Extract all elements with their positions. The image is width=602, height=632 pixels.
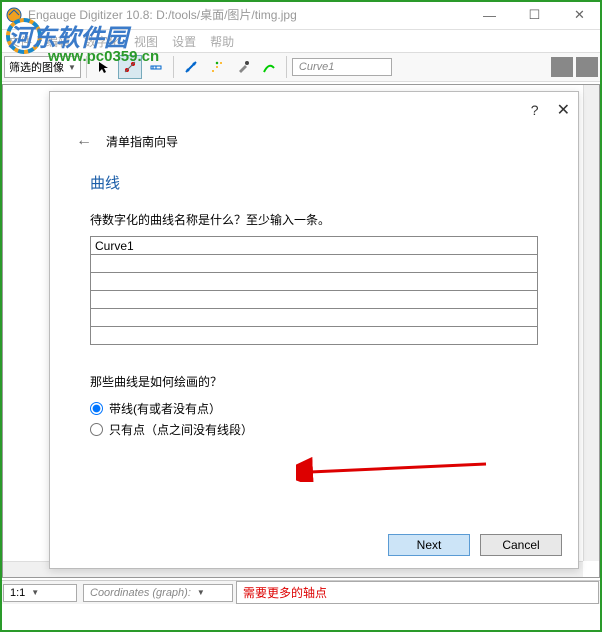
radio-points-only[interactable]: 只有点（点之间没有线段） — [90, 419, 538, 440]
curve-row-0[interactable]: Curve1 — [91, 237, 538, 255]
radio-with-lines-label: 带线(有或者没有点） — [109, 400, 221, 417]
menu-edit[interactable]: 编辑 — [46, 33, 70, 50]
dialog-body: 曲线 待数字化的曲线名称是什么？至少输入一条。 Curve1 那些曲线是如何绘画… — [50, 154, 578, 448]
coordinates-label: Coordinates (graph): — [90, 587, 191, 599]
minimize-button[interactable]: — — [467, 0, 512, 30]
watermark-logo-icon — [4, 16, 44, 59]
toolbar-separator — [286, 56, 287, 78]
menu-help[interactable]: 帮助 — [210, 33, 234, 50]
curve-names-table: Curve1 — [90, 236, 538, 345]
coordinates-dropdown[interactable]: Coordinates (graph): ▼ — [83, 584, 233, 602]
curve-row-2[interactable] — [91, 273, 538, 291]
dialog-title: 清单指南向导 — [106, 133, 178, 150]
toolbar-separator — [173, 56, 174, 78]
annotation-arrow-icon — [296, 452, 496, 482]
radio-points-only-input[interactable] — [90, 423, 103, 436]
dialog-buttons: Next Cancel — [388, 534, 562, 556]
radio-section: 那些曲线是如何绘画的？ 带线(有或者没有点） 只有点（点之间没有线段） — [90, 373, 538, 440]
toolbar-right — [551, 57, 598, 77]
chevron-down-icon: ▼ — [31, 588, 39, 597]
close-button[interactable]: ✕ — [557, 0, 602, 30]
radio-with-lines-input[interactable] — [90, 402, 103, 415]
menu-settings[interactable]: 设置 — [172, 33, 196, 50]
radio-with-lines[interactable]: 带线(有或者没有点） — [90, 398, 538, 419]
next-button[interactable]: Next — [388, 534, 470, 556]
window-controls: — ☐ ✕ — [467, 0, 602, 29]
point-match-tool-button[interactable] — [205, 55, 229, 79]
window-title: Engauge Digitizer 10.8: D:/tools/桌面/图片/t… — [28, 6, 467, 23]
section-heading: 曲线 — [90, 172, 538, 193]
cancel-button[interactable]: Cancel — [480, 534, 562, 556]
back-arrow-icon[interactable]: ← — [76, 132, 92, 150]
view-mode-button-1[interactable] — [551, 57, 573, 77]
curve-point-tool-button[interactable] — [179, 55, 203, 79]
view-mode-button-2[interactable] — [576, 57, 598, 77]
curve-row-3[interactable] — [91, 291, 538, 309]
status-message: 需要更多的轴点 — [236, 581, 599, 604]
window-titlebar: Engauge Digitizer 10.8: D:/tools/桌面/图片/t… — [0, 0, 602, 30]
curve-row-5[interactable] — [91, 327, 538, 345]
curve-row-1[interactable] — [91, 255, 538, 273]
watermark-url: www.pc0359.cn — [48, 48, 159, 65]
radio-prompt: 那些曲线是如何绘画的？ — [90, 373, 538, 390]
curve-name-prompt: 待数字化的曲线名称是什么？至少输入一条。 — [90, 211, 538, 228]
maximize-button[interactable]: ☐ — [512, 0, 557, 30]
main-canvas-area: ? ✕ ← 清单指南向导 曲线 待数字化的曲线名称是什么？至少输入一条。 Cur… — [2, 84, 600, 578]
color-picker-tool-button[interactable] — [231, 55, 255, 79]
zoom-dropdown[interactable]: 1:1 ▼ — [3, 584, 77, 602]
curve-row-4[interactable] — [91, 309, 538, 327]
dialog-close-icon[interactable]: ✕ — [557, 100, 570, 120]
radio-points-only-label: 只有点（点之间没有线段） — [109, 421, 253, 438]
menu-view[interactable]: 视图 — [134, 33, 158, 50]
status-bar: 1:1 ▼ Coordinates (graph): ▼ 需要更多的轴点 — [0, 580, 602, 604]
curve-name-field[interactable]: Curve1 — [292, 58, 392, 76]
menu-digitize[interactable]: 数字化 — [84, 33, 120, 50]
chevron-down-icon: ▼ — [197, 588, 205, 597]
zoom-value: 1:1 — [10, 587, 25, 599]
wizard-dialog: ? ✕ ← 清单指南向导 曲线 待数字化的曲线名称是什么？至少输入一条。 Cur… — [49, 91, 579, 569]
vertical-scrollbar[interactable] — [583, 85, 599, 561]
help-icon[interactable]: ? — [531, 102, 539, 118]
dialog-titlebar: ? ✕ — [50, 92, 578, 128]
segment-tool-button[interactable] — [257, 55, 281, 79]
dialog-header: ← 清单指南向导 — [50, 128, 578, 154]
